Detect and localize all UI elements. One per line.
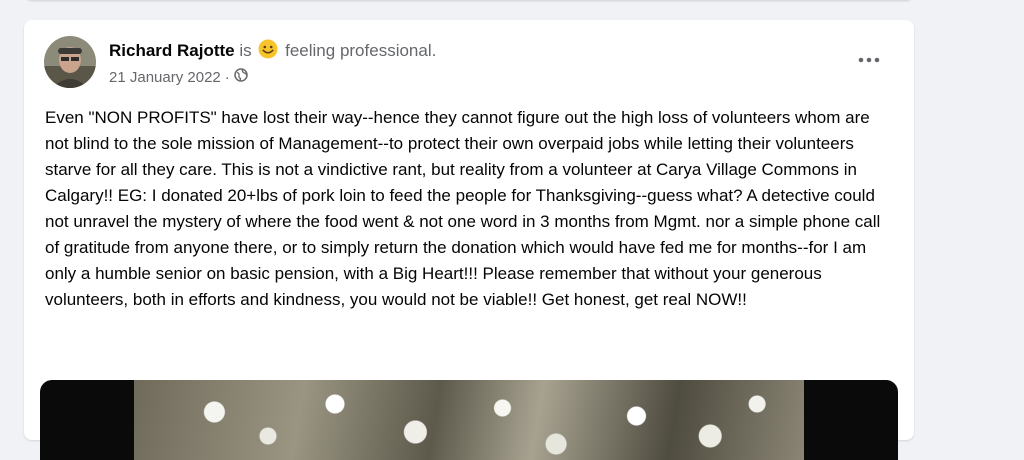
more-options-button[interactable] xyxy=(852,48,886,72)
globe-icon[interactable] xyxy=(234,68,248,86)
smiley-emoji-icon xyxy=(258,39,278,64)
post-date-link[interactable]: 21 January 2022 xyxy=(109,69,221,86)
post-meta: 21 January 2022 · xyxy=(109,68,248,86)
post-header: Richard Rajotte is feeling professional. xyxy=(109,39,436,64)
author-avatar[interactable] xyxy=(44,36,96,88)
post-body-text: Even "NON PROFITS" have lost their way--… xyxy=(45,108,881,309)
is-text: is xyxy=(239,41,252,60)
feeling-text: feeling professional. xyxy=(285,41,437,60)
author-name-link[interactable]: Richard Rajotte xyxy=(109,41,235,60)
post-card: Richard Rajotte is feeling professional.… xyxy=(24,20,914,460)
meta-separator: · xyxy=(224,68,230,86)
post-media[interactable] xyxy=(40,380,898,460)
post-body: Even "NON PROFITS" have lost their way--… xyxy=(45,105,887,313)
post-photo[interactable] xyxy=(134,380,804,460)
more-options-icon xyxy=(858,57,880,63)
